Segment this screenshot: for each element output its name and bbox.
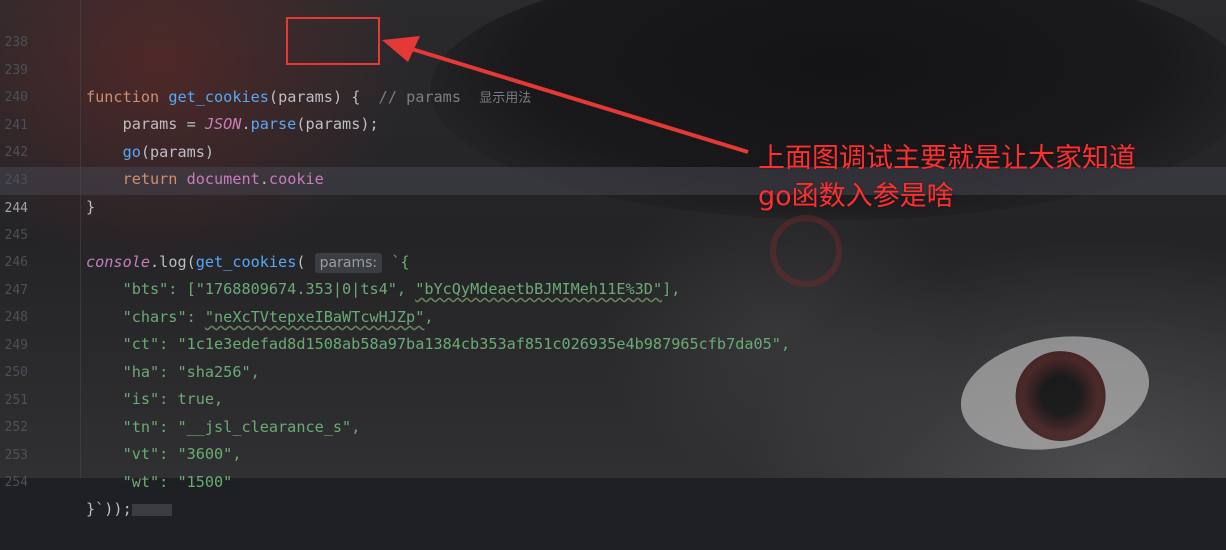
- code-line[interactable]: 247 "chars": "neXcTVtepxeIBaWTcwHJZp",: [0, 250, 1226, 326]
- code-line[interactable]: 238: [0, 2, 1226, 50]
- annotation-text: 上面图调试主要就是让大家知道 go函数入参是啥: [758, 140, 1136, 216]
- code-line[interactable]: 249 "ha": "sha256",: [0, 305, 1226, 381]
- code-line[interactable]: 239 function get_cookies(params) { // pa…: [0, 30, 1226, 106]
- code-text: :: [159, 473, 178, 491]
- code-line[interactable]: 252 "vt": "3600",: [0, 387, 1226, 463]
- code-line[interactable]: 240 params = JSON.parse(params);: [0, 57, 1226, 133]
- annotation-highlight-box: [286, 17, 380, 65]
- code-line[interactable]: 242 return document.cookie: [0, 112, 1226, 188]
- code-line[interactable]: 250 "is": true,: [0, 332, 1226, 408]
- code-text: }`));: [86, 500, 132, 518]
- json-value: "1500": [177, 473, 233, 491]
- line-number: 254: [4, 475, 28, 490]
- json-key: "wt": [122, 473, 160, 491]
- annotation-text-line: go函数入参是啥: [758, 181, 954, 212]
- code-line[interactable]: 254 }`));: [0, 442, 1226, 518]
- code-line[interactable]: 248 "ct": "1c1e3edefad8d1508ab58a97ba138…: [0, 277, 1226, 353]
- code-line[interactable]: 253 "wt": "1500": [0, 415, 1226, 491]
- code-line[interactable]: 241 go(params): [0, 85, 1226, 161]
- text-cursor-block: [131, 503, 172, 516]
- code-line[interactable]: 251 "tn": "__jsl_clearance_s",: [0, 360, 1226, 436]
- annotation-text-line: 上面图调试主要就是让大家知道: [758, 143, 1136, 174]
- code-line[interactable]: 246 "bts": ["1768809674.353|0|ts4", "bYc…: [0, 222, 1226, 298]
